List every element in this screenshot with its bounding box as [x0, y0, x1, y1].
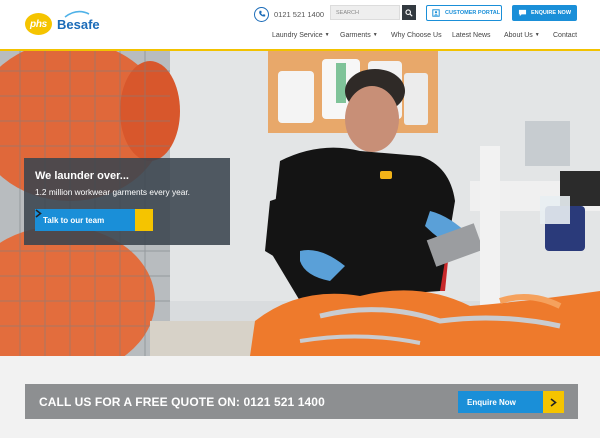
talk-to-team-button[interactable]: Talk to our team	[35, 209, 153, 231]
logo-swoosh-icon	[64, 10, 90, 18]
nav-garments[interactable]: Garments ▼	[340, 32, 378, 39]
enquire-now-header-label: ENQUIRE NOW	[531, 10, 572, 16]
quote-section: CALL US FOR A FREE QUOTE ON: 0121 521 14…	[0, 356, 600, 438]
nav-why-choose-us[interactable]: Why Choose Us	[391, 32, 442, 39]
search-icon	[405, 8, 413, 17]
caret-down-icon: ▼	[372, 32, 378, 38]
enquire-now-label: Enquire Now	[467, 398, 516, 407]
header-phone-number: 0121 521 1400	[274, 9, 325, 19]
portal-icon	[432, 9, 440, 17]
customer-portal-label: CUSTOMER PORTAL	[445, 10, 501, 16]
enquire-now-header-button[interactable]: ENQUIRE NOW	[512, 5, 577, 21]
logo-badge: phs	[25, 13, 52, 35]
search-button[interactable]	[402, 5, 416, 20]
quote-text: CALL US FOR A FREE QUOTE ON: 0121 521 14…	[39, 395, 325, 409]
caret-down-icon: ▼	[534, 32, 540, 38]
quote-bar: CALL US FOR A FREE QUOTE ON: 0121 521 14…	[25, 384, 578, 419]
nav-latest-news[interactable]: Latest News	[452, 32, 491, 39]
header-phone[interactable]: 0121 521 1400	[254, 5, 324, 23]
caret-down-icon: ▼	[324, 32, 330, 38]
chevron-right-icon	[35, 209, 153, 231]
customer-portal-button[interactable]: CUSTOMER PORTAL	[426, 5, 502, 21]
nav-about-us[interactable]: About Us ▼	[504, 32, 540, 39]
chat-icon	[518, 9, 527, 17]
phone-icon	[254, 6, 269, 22]
enquire-now-button[interactable]: Enquire Now	[458, 391, 564, 413]
nav-laundry-service[interactable]: Laundry Service ▼	[272, 32, 330, 39]
search-input[interactable]: SEARCH	[330, 5, 400, 20]
logo-word: Besafe	[57, 16, 100, 32]
chevron-right-icon	[543, 391, 564, 413]
logo[interactable]: phs Besafe	[25, 10, 100, 36]
site-header: phs Besafe 0121 521 1400 SEARCH CUSTOMER…	[0, 0, 600, 49]
hero-callout: We launder over... 1.2 million workwear …	[24, 158, 230, 245]
nav-contact[interactable]: Contact	[553, 32, 577, 39]
hero-title: We launder over...	[35, 170, 129, 182]
hero-subtitle: 1.2 million workwear garments every year…	[35, 187, 190, 197]
talk-to-team-label: Talk to our team	[43, 216, 105, 225]
hero-banner: We launder over... 1.2 million workwear …	[0, 51, 600, 356]
